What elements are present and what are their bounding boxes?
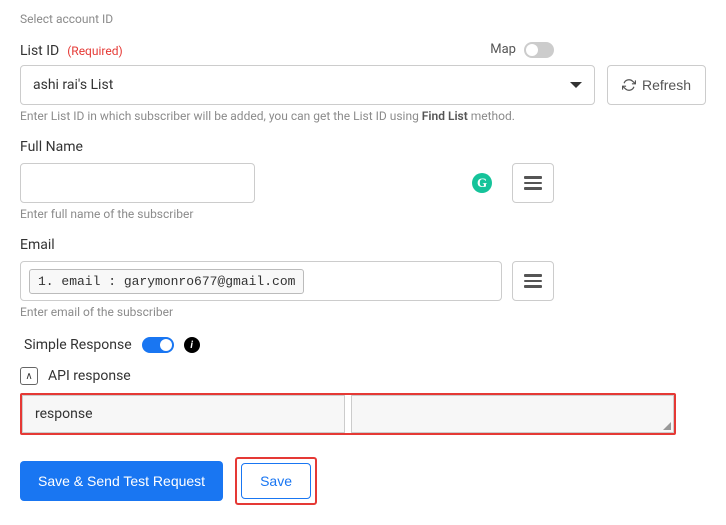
fullname-mapping-button[interactable] [512, 163, 554, 203]
save-send-test-button[interactable]: Save & Send Test Request [20, 461, 223, 501]
info-icon[interactable]: i [184, 337, 200, 353]
list-id-value: ashi rai's List [33, 77, 113, 93]
response-value-cell[interactable] [351, 395, 674, 433]
response-key-cell[interactable]: response [22, 395, 345, 433]
required-badge: (Required) [67, 44, 122, 58]
api-response-label: API response [48, 368, 131, 384]
fullname-input[interactable] [20, 163, 255, 203]
list-id-hint: Enter List ID in which subscriber will b… [20, 109, 706, 123]
save-highlight-box: Save [235, 457, 317, 505]
list-id-label: List ID [20, 43, 59, 59]
refresh-label: Refresh [642, 77, 691, 93]
map-toggle[interactable] [524, 42, 554, 58]
simple-response-label: Simple Response [24, 337, 132, 353]
email-chip[interactable]: 1. email : garymonro677@gmail.com [29, 269, 304, 294]
email-hint: Enter email of the subscriber [20, 305, 706, 319]
chevron-down-icon [570, 82, 582, 88]
simple-response-toggle[interactable] [142, 337, 174, 353]
email-input[interactable]: 1. email : garymonro677@gmail.com [20, 261, 502, 301]
fullname-hint: Enter full name of the subscriber [20, 207, 706, 221]
api-response-grid: response [20, 393, 676, 435]
save-button[interactable]: Save [241, 463, 311, 499]
map-label: Map [490, 42, 516, 57]
list-id-select[interactable]: ashi rai's List [20, 65, 595, 105]
list-id-header: List ID (Required) Map [20, 40, 554, 59]
fullname-label: Full Name [20, 139, 706, 155]
email-label: Email [20, 237, 706, 253]
refresh-button[interactable]: Refresh [607, 65, 706, 105]
refresh-icon [622, 78, 636, 92]
email-mapping-button[interactable] [512, 261, 554, 301]
select-account-hint: Select account ID [20, 12, 706, 26]
grammarly-icon: G [472, 173, 492, 193]
collapse-toggle[interactable]: ∧ [20, 367, 38, 385]
